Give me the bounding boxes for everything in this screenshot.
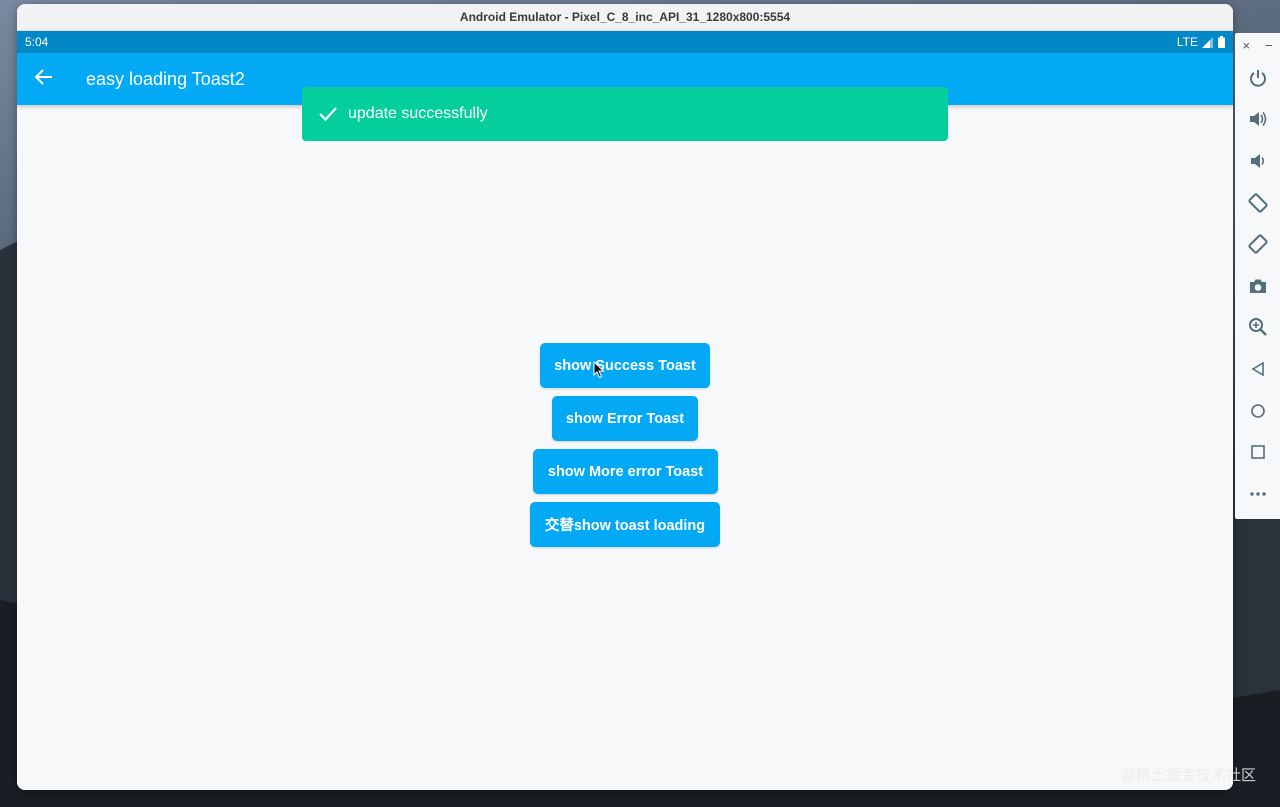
app-title: easy loading Toast2 bbox=[86, 69, 245, 90]
home-circle-icon bbox=[1250, 403, 1266, 419]
emulator-side-panel: × − bbox=[1235, 33, 1280, 519]
volume-up-button[interactable] bbox=[1235, 99, 1280, 141]
panel-minimize-button[interactable]: − bbox=[1265, 38, 1273, 53]
rotate-left-button[interactable] bbox=[1235, 182, 1280, 224]
back-button[interactable] bbox=[18, 53, 70, 105]
check-icon bbox=[318, 106, 338, 122]
more-icon bbox=[1249, 491, 1267, 497]
zoom-icon bbox=[1248, 317, 1268, 337]
success-toast: update successfully bbox=[302, 87, 948, 141]
battery-icon bbox=[1218, 36, 1225, 48]
arrow-back-icon bbox=[35, 69, 53, 90]
camera-icon bbox=[1248, 277, 1268, 295]
power-icon bbox=[1249, 69, 1267, 87]
power-button[interactable] bbox=[1235, 57, 1280, 99]
show-success-toast-button[interactable]: show Success Toast bbox=[540, 343, 710, 388]
android-status-bar: 5:04 LTE bbox=[17, 31, 1233, 53]
network-label: LTE bbox=[1177, 35, 1198, 49]
show-error-toast-button[interactable]: show Error Toast bbox=[552, 396, 698, 441]
volume-down-button[interactable] bbox=[1235, 140, 1280, 182]
app-content: update successfully show Success Toast s… bbox=[17, 105, 1233, 790]
overview-square-icon bbox=[1250, 444, 1266, 460]
rotate-left-icon bbox=[1247, 192, 1269, 214]
window-titlebar: Android Emulator - Pixel_C_8_inc_API_31_… bbox=[17, 4, 1233, 31]
panel-close-button[interactable]: × bbox=[1242, 38, 1250, 53]
rotate-right-icon bbox=[1247, 233, 1269, 255]
nav-back-button[interactable] bbox=[1235, 348, 1280, 390]
status-time: 5:04 bbox=[25, 35, 48, 49]
show-more-error-toast-button[interactable]: show More error Toast bbox=[533, 449, 718, 494]
zoom-button[interactable] bbox=[1235, 307, 1280, 349]
screenshot-button[interactable] bbox=[1235, 265, 1280, 307]
side-panel-window-controls: × − bbox=[1235, 33, 1280, 57]
alternate-toast-loading-button[interactable]: 交替show toast loading bbox=[530, 502, 720, 547]
toast-message: update successfully bbox=[348, 105, 488, 123]
watermark: @稀土掘金技术社区 bbox=[1121, 764, 1256, 785]
more-options-button[interactable] bbox=[1235, 473, 1280, 515]
rotate-right-button[interactable] bbox=[1235, 223, 1280, 265]
back-triangle-icon bbox=[1250, 361, 1266, 377]
mouse-cursor-icon bbox=[593, 361, 605, 379]
volume-down-icon bbox=[1249, 152, 1267, 170]
window-title: Android Emulator - Pixel_C_8_inc_API_31_… bbox=[460, 10, 790, 24]
emulator-window: Android Emulator - Pixel_C_8_inc_API_31_… bbox=[17, 4, 1233, 790]
nav-home-button[interactable] bbox=[1235, 390, 1280, 432]
signal-icon bbox=[1202, 37, 1214, 48]
nav-overview-button[interactable] bbox=[1235, 431, 1280, 473]
volume-up-icon bbox=[1248, 110, 1268, 128]
status-indicators: LTE bbox=[1177, 35, 1225, 49]
